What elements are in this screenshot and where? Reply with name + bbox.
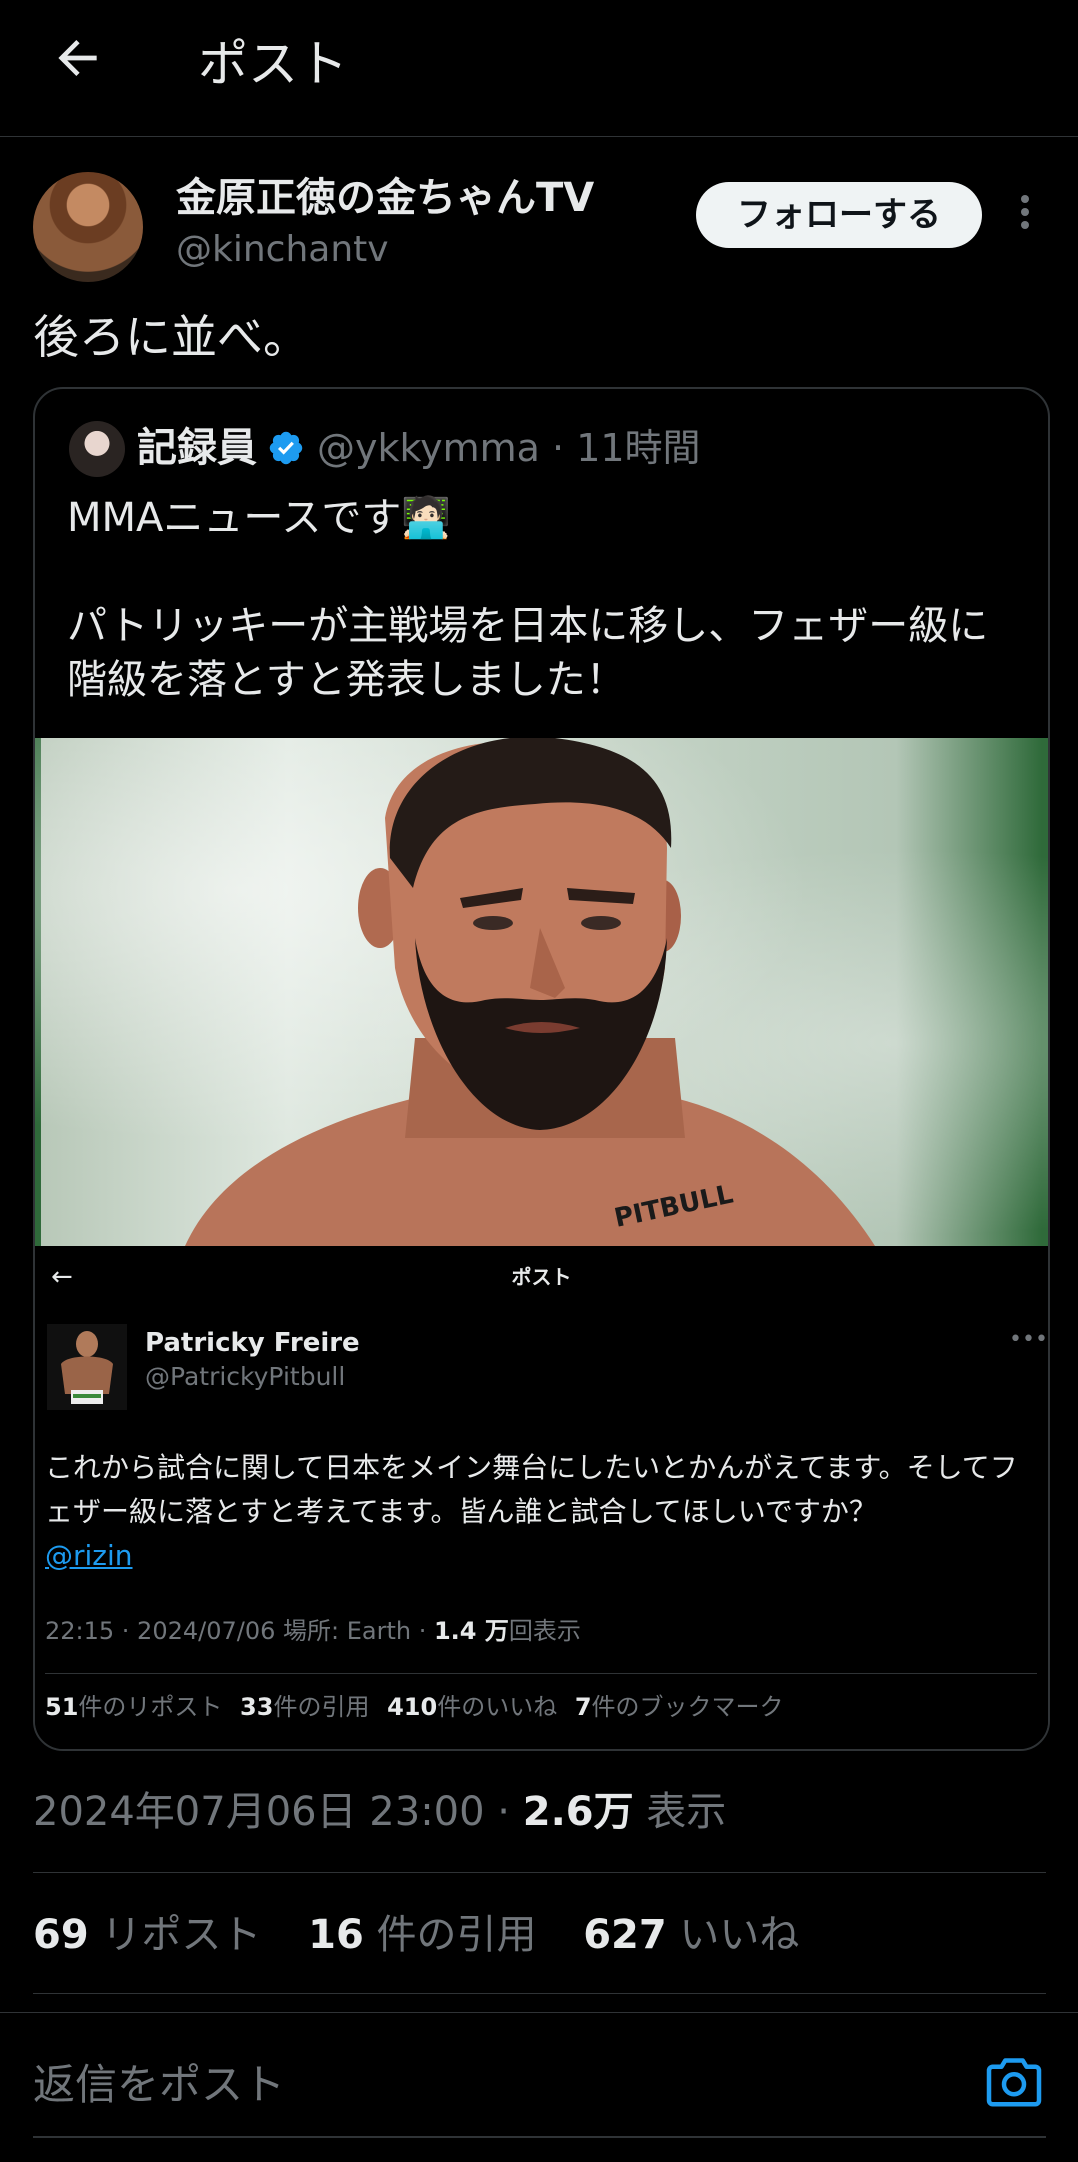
page-title: ポスト <box>198 35 348 93</box>
divider <box>33 1993 1046 1994</box>
follow-button[interactable]: フォローする <box>696 182 982 248</box>
quoted-avatar <box>69 421 125 477</box>
repost-count[interactable]: 69 <box>33 1912 89 1958</box>
fighter-portrait-image: PITBULL <box>185 738 875 1246</box>
camera-icon <box>986 2058 1042 2107</box>
divider <box>33 1872 1046 1873</box>
more-options-icon: ••• <box>1009 1327 1048 1352</box>
verified-badge-icon <box>269 431 303 465</box>
post-engagement-stats: 69 リポスト 16 件の引用 627 いいね <box>33 1912 800 1958</box>
quoted-post-photo[interactable]: PITBULL <box>35 738 1048 1246</box>
screenshot-author-name: Patricky Freire <box>145 1328 360 1358</box>
post-text: 後ろに並べ。 <box>33 310 309 364</box>
top-bar: ポスト <box>0 0 1078 137</box>
quoted-post-text: MMAニュースです🧑🏻‍💻 パトリッキーが主戦場を日本に移し、フェザー級に階級を… <box>67 495 989 703</box>
quoted-post-card[interactable]: 記録員 @ykkymma · 11時間 MMAニュースです🧑🏻‍💻 パトリッキー… <box>33 387 1050 1751</box>
screenshot-meta: 22:15 · 2024/07/06 場所: Earth · 1.4 万回表示 <box>45 1617 581 1645</box>
embedded-tweet-screenshot: ← ポスト Patricky Freire @PatrickyPitbull •… <box>35 1246 1048 1749</box>
author-avatar[interactable] <box>33 172 143 282</box>
rizin-mention-link: @rizin <box>45 1539 133 1572</box>
author-name[interactable]: 金原正徳の金ちゃんTV <box>176 172 594 224</box>
back-button[interactable] <box>50 30 106 94</box>
screenshot-tweet-text: これから試合に関して日本をメイン舞台にしたいとかんがえてます。そしてフェザー級に… <box>45 1451 1018 1572</box>
quoted-author-name: 記録員 <box>137 425 257 471</box>
like-count[interactable]: 627 <box>583 1912 667 1958</box>
camera-button[interactable] <box>984 2055 1044 2111</box>
quote-count[interactable]: 16 <box>308 1912 364 1958</box>
screenshot-author-handle: @PatrickyPitbull <box>145 1362 346 1391</box>
more-options-icon[interactable] <box>1010 190 1040 240</box>
screenshot-avatar <box>47 1324 127 1410</box>
reply-input[interactable] <box>33 2052 933 2116</box>
divider <box>45 1673 1037 1674</box>
post-timestamp-views: 2024年07月06日 23:00 · 2.6万 表示 <box>33 1789 727 1835</box>
screenshot-stats: 51件のリポスト 33件の引用 410件のいいね 7件のブックマーク <box>45 1693 784 1721</box>
quoted-author-handle: @ykkymma · 11時間 <box>317 426 701 470</box>
screenshot-title: ポスト <box>511 1265 572 1289</box>
divider <box>0 2012 1078 2013</box>
arrow-left-icon <box>58 40 97 76</box>
author-handle[interactable]: @kinchantv <box>176 226 389 274</box>
divider <box>33 2136 1046 2138</box>
